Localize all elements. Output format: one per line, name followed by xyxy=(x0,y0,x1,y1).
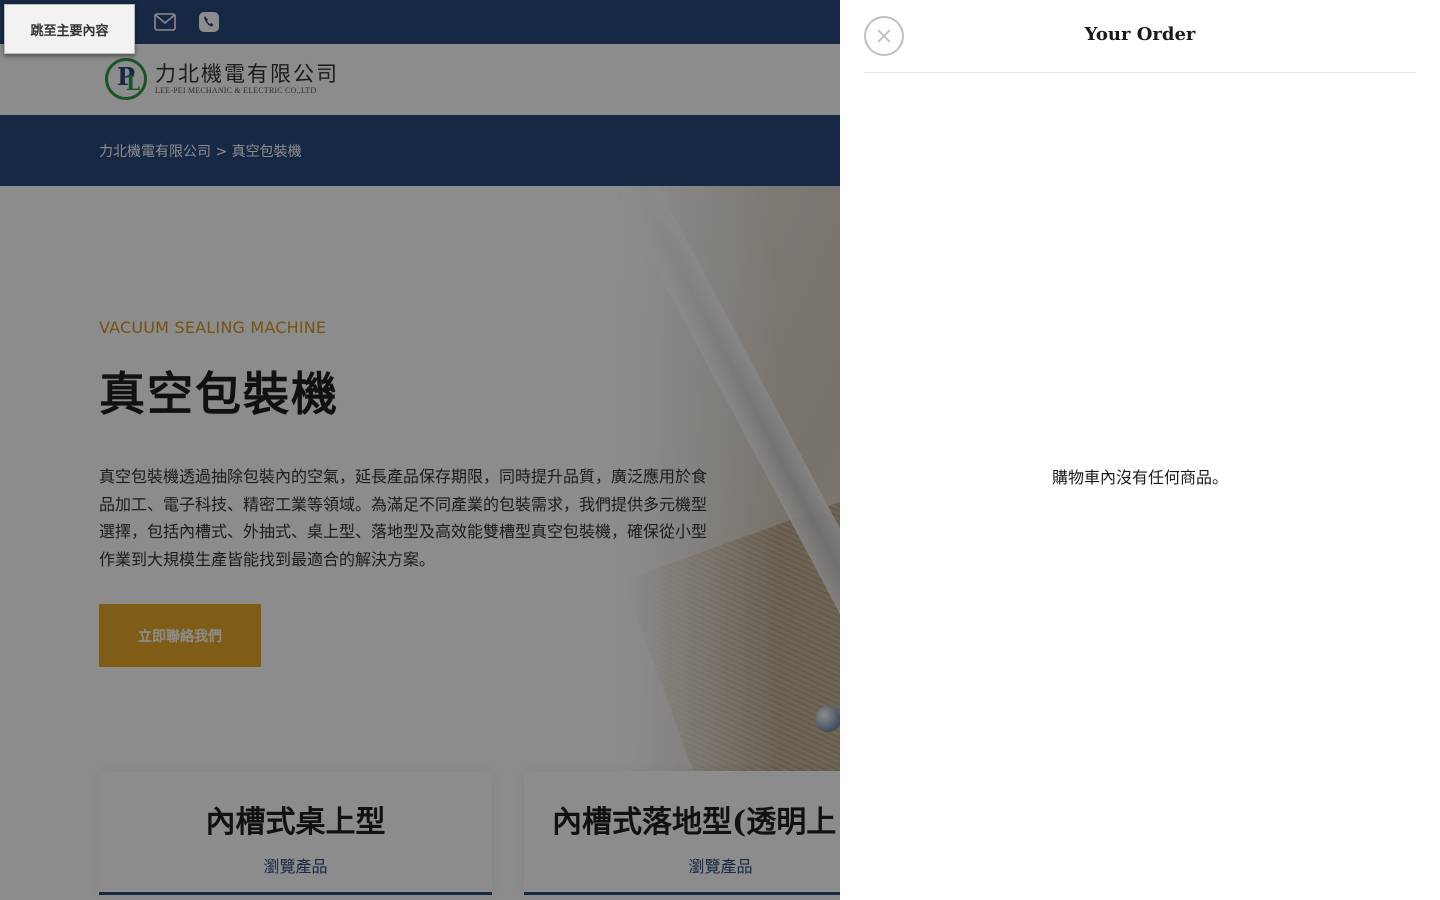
cart-empty-message: 購物車內沒有任何商品。 xyxy=(1051,468,1228,487)
skip-to-content-link[interactable]: 跳至主要內容 xyxy=(4,4,135,54)
modal-backdrop[interactable] xyxy=(0,0,840,900)
cart-drawer: Your Order 購物車內沒有任何商品。 xyxy=(840,0,1440,900)
close-button[interactable] xyxy=(864,16,904,56)
cart-drawer-header: Your Order xyxy=(864,0,1416,73)
cart-title: Your Order xyxy=(1084,24,1196,45)
close-icon xyxy=(876,28,892,44)
